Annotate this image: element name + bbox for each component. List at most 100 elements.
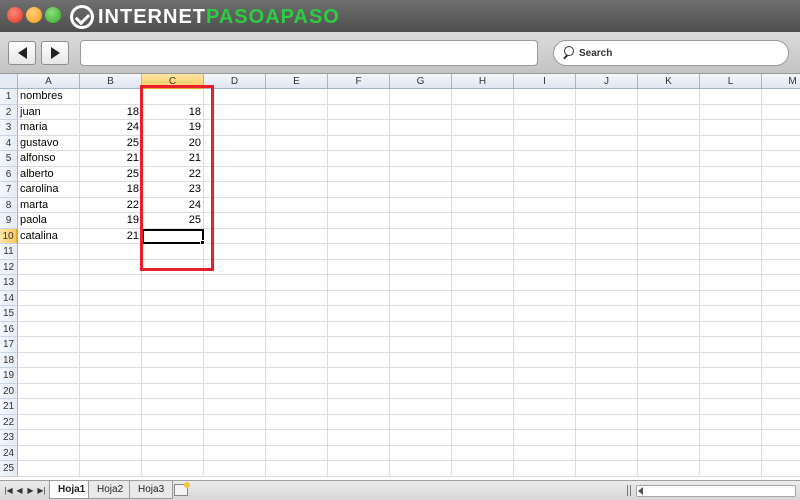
cell-f2[interactable] — [328, 104, 390, 120]
cell-l22[interactable] — [700, 414, 762, 430]
cell-d1[interactable] — [204, 89, 266, 105]
cell-i11[interactable] — [514, 244, 576, 260]
cell-d24[interactable] — [204, 445, 266, 461]
cell-c9[interactable]: 25 — [142, 213, 204, 229]
cell-h14[interactable] — [452, 290, 514, 306]
cell-m21[interactable] — [762, 399, 800, 415]
row-header-2[interactable]: 2 — [0, 104, 18, 120]
tab-hoja2[interactable]: Hoja2 — [88, 481, 133, 499]
cell-h17[interactable] — [452, 337, 514, 353]
cell-m3[interactable] — [762, 120, 800, 136]
cell-c10[interactable] — [142, 228, 204, 244]
address-bar[interactable] — [80, 40, 538, 66]
cell-b2[interactable]: 18 — [80, 104, 142, 120]
cell-j7[interactable] — [576, 182, 638, 198]
cell-b10[interactable]: 21 — [80, 228, 142, 244]
cell-d10[interactable] — [204, 228, 266, 244]
cell-f20[interactable] — [328, 383, 390, 399]
cell-j18[interactable] — [576, 352, 638, 368]
column-header-e[interactable]: E — [266, 74, 328, 89]
column-header-m[interactable]: M — [762, 74, 800, 89]
cell-f3[interactable] — [328, 120, 390, 136]
cell-d18[interactable] — [204, 352, 266, 368]
cell-a13[interactable] — [18, 275, 80, 291]
cell-m5[interactable] — [762, 151, 800, 167]
row-header-10[interactable]: 10 — [0, 228, 18, 244]
cell-l1[interactable] — [700, 89, 762, 105]
row-header-23[interactable]: 23 — [0, 430, 18, 446]
cell-e21[interactable] — [266, 399, 328, 415]
cell-i4[interactable] — [514, 135, 576, 151]
cell-i20[interactable] — [514, 383, 576, 399]
cell-m24[interactable] — [762, 446, 800, 461]
cell-c24[interactable] — [142, 445, 204, 461]
cell-m12[interactable] — [762, 260, 800, 275]
cell-d4[interactable] — [204, 135, 266, 151]
cell-h3[interactable] — [452, 120, 514, 136]
fill-handle[interactable] — [200, 240, 205, 245]
cell-e24[interactable] — [266, 445, 328, 461]
close-icon[interactable] — [7, 7, 23, 23]
cell-a16[interactable] — [18, 321, 80, 337]
cell-g13[interactable] — [390, 275, 452, 291]
cell-e5[interactable] — [266, 151, 328, 167]
cell-k18[interactable] — [638, 352, 700, 368]
cell-m16[interactable] — [762, 322, 800, 337]
cell-c8[interactable]: 24 — [142, 197, 204, 213]
cell-g23[interactable] — [390, 430, 452, 446]
cell-g12[interactable] — [390, 259, 452, 275]
row-header-17[interactable]: 17 — [0, 337, 18, 353]
cell-i24[interactable] — [514, 445, 576, 461]
cell-a19[interactable] — [18, 368, 80, 384]
cell-g15[interactable] — [390, 306, 452, 322]
cell-i10[interactable] — [514, 228, 576, 244]
cell-g19[interactable] — [390, 368, 452, 384]
cell-c18[interactable] — [142, 352, 204, 368]
cell-b15[interactable] — [80, 306, 142, 322]
cell-l8[interactable] — [700, 197, 762, 213]
cell-j16[interactable] — [576, 321, 638, 337]
row-header-11[interactable]: 11 — [0, 244, 18, 260]
cell-f7[interactable] — [328, 182, 390, 198]
select-all-corner[interactable] — [0, 74, 18, 89]
cell-a23[interactable] — [18, 430, 80, 446]
cell-f1[interactable] — [328, 89, 390, 105]
cell-a15[interactable] — [18, 306, 80, 322]
cell-i3[interactable] — [514, 120, 576, 136]
cell-i14[interactable] — [514, 290, 576, 306]
cell-h9[interactable] — [452, 213, 514, 229]
cell-h20[interactable] — [452, 383, 514, 399]
row-header-6[interactable]: 6 — [0, 166, 18, 182]
next-sheet-icon[interactable]: ▶ — [26, 485, 35, 496]
cell-f8[interactable] — [328, 197, 390, 213]
cell-m22[interactable] — [762, 415, 800, 430]
cell-m9[interactable] — [762, 213, 800, 229]
cell-m13[interactable] — [762, 275, 800, 291]
cell-a5[interactable]: alfonso — [18, 151, 80, 167]
cell-i22[interactable] — [514, 414, 576, 430]
cell-i17[interactable] — [514, 337, 576, 353]
cell-i8[interactable] — [514, 197, 576, 213]
cell-d21[interactable] — [204, 399, 266, 415]
cell-e22[interactable] — [266, 414, 328, 430]
cell-i6[interactable] — [514, 166, 576, 182]
cell-k10[interactable] — [638, 228, 700, 244]
cell-h2[interactable] — [452, 104, 514, 120]
cell-h7[interactable] — [452, 182, 514, 198]
cell-j23[interactable] — [576, 430, 638, 446]
cell-b4[interactable]: 25 — [80, 135, 142, 151]
cell-m14[interactable] — [762, 291, 800, 306]
cell-a2[interactable]: juan — [18, 104, 80, 120]
cell-e23[interactable] — [266, 430, 328, 446]
cell-c25[interactable] — [142, 461, 204, 477]
column-header-l[interactable]: L — [700, 74, 762, 89]
cell-d6[interactable] — [204, 166, 266, 182]
cell-j21[interactable] — [576, 399, 638, 415]
cell-g7[interactable] — [390, 182, 452, 198]
cell-j8[interactable] — [576, 197, 638, 213]
cell-k25[interactable] — [638, 461, 700, 477]
cell-i5[interactable] — [514, 151, 576, 167]
cell-a9[interactable]: paola — [18, 213, 80, 229]
cell-e2[interactable] — [266, 104, 328, 120]
cell-l23[interactable] — [700, 430, 762, 446]
